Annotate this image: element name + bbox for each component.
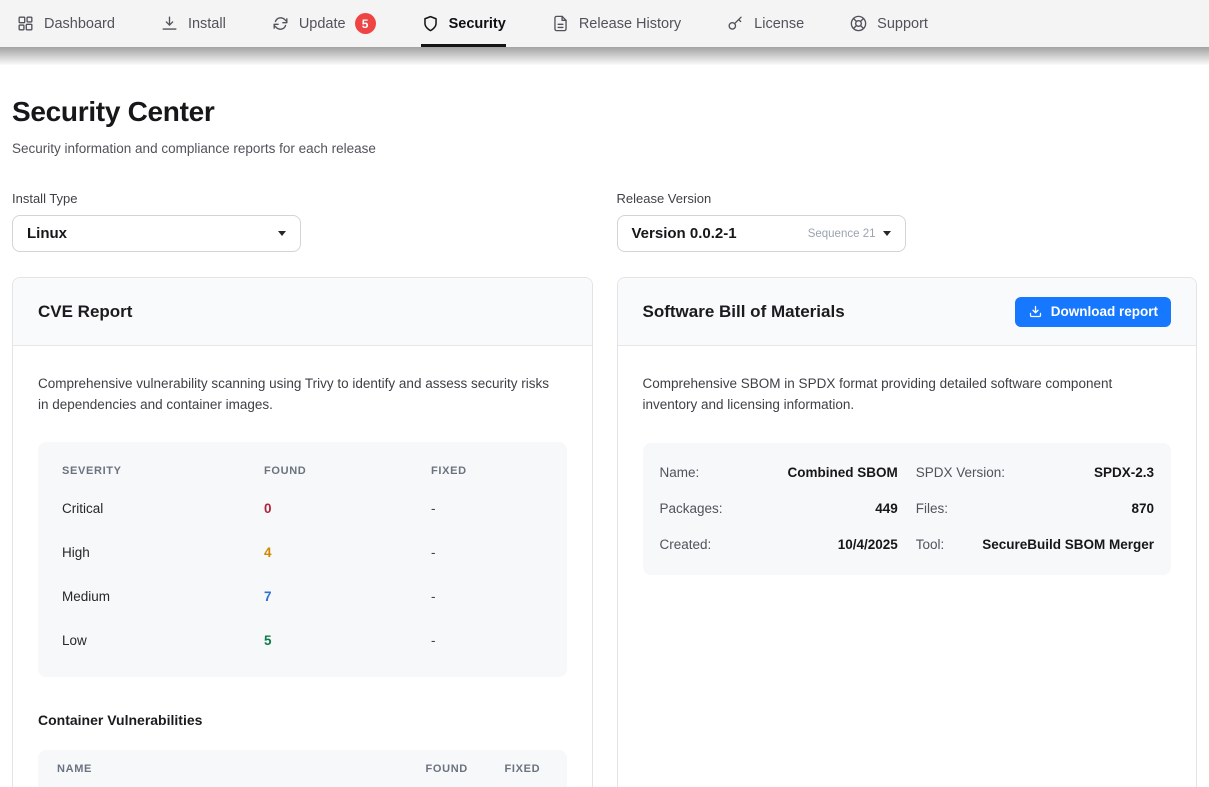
field-label: SPDX Version: xyxy=(916,465,1005,480)
filters-row: Install Type Linux Release Version Versi… xyxy=(12,191,1197,252)
lifebuoy-icon xyxy=(849,14,868,33)
field-value: SecureBuild SBOM Merger xyxy=(982,537,1154,552)
cve-report-description: Comprehensive vulnerability scanning usi… xyxy=(38,373,563,416)
sbom-field-spdx-version: SPDX Version: SPDX-2.3 xyxy=(916,455,1154,491)
dashboard-icon xyxy=(16,14,35,33)
col-name: NAME xyxy=(57,763,426,775)
sbom-header: Software Bill of Materials Download repo… xyxy=(618,278,1197,346)
col-severity: SEVERITY xyxy=(62,465,264,477)
release-version-select[interactable]: Version 0.0.2-1 Sequence 21 xyxy=(617,215,906,252)
app-window: Dashboard Install Update 5 Security xyxy=(0,0,1209,787)
found-count: 0 xyxy=(264,501,431,516)
severity-label: Critical xyxy=(62,501,264,516)
download-report-label: Download report xyxy=(1051,304,1158,319)
page-subtitle: Security information and compliance repo… xyxy=(12,141,1197,156)
col-fixed: FIXED xyxy=(431,465,543,477)
found-count: 5 xyxy=(264,633,431,648)
nav-item-dashboard[interactable]: Dashboard xyxy=(16,0,115,47)
table-row-critical: Critical 0 - xyxy=(62,487,543,531)
sbom-field-files: Files: 870 xyxy=(916,491,1154,527)
install-type-filter: Install Type Linux xyxy=(12,191,593,252)
found-count: 7 xyxy=(264,589,431,604)
sbom-info-grid: Name: Combined SBOM SPDX Version: SPDX-2… xyxy=(643,443,1172,575)
nav-label: License xyxy=(754,16,804,32)
field-label: Created: xyxy=(660,537,712,552)
field-label: Tool: xyxy=(916,537,945,552)
nav-label: Dashboard xyxy=(44,16,115,32)
cve-report-header: CVE Report xyxy=(13,278,592,346)
sbom-field-name: Name: Combined SBOM xyxy=(660,455,898,491)
table-row-low: Low 5 - xyxy=(62,619,543,663)
sbom-description: Comprehensive SBOM in SPDX format provid… xyxy=(643,373,1168,416)
cve-report-card: CVE Report Comprehensive vulnerability s… xyxy=(12,277,593,787)
nav-item-install[interactable]: Install xyxy=(160,0,226,47)
container-vulnerabilities-header: NAME FOUND FIXED xyxy=(38,750,567,787)
release-version-value: Version 0.0.2-1 xyxy=(632,225,737,242)
release-version-label: Release Version xyxy=(617,191,1198,206)
severity-label: Medium xyxy=(62,589,264,604)
field-label: Packages: xyxy=(660,501,723,516)
top-nav: Dashboard Install Update 5 Security xyxy=(0,0,1209,47)
nav-label: Install xyxy=(188,16,226,32)
sequence-badge: Sequence 21 xyxy=(808,228,876,240)
cve-report-title: CVE Report xyxy=(38,302,132,322)
field-label: Files: xyxy=(916,501,948,516)
key-icon xyxy=(726,14,745,33)
table-row-high: High 4 - xyxy=(62,531,543,575)
severity-label: High xyxy=(62,545,264,560)
found-count: 4 xyxy=(264,545,431,560)
nav-shadow-divider xyxy=(0,47,1209,65)
shield-icon xyxy=(421,14,440,33)
field-value: 449 xyxy=(875,501,898,516)
field-label: Name: xyxy=(660,465,700,480)
container-vulnerabilities-title: Container Vulnerabilities xyxy=(38,712,567,728)
table-row-medium: Medium 7 - xyxy=(62,575,543,619)
refresh-icon xyxy=(271,14,290,33)
fixed-count: - xyxy=(431,501,543,516)
field-value: 870 xyxy=(1131,501,1154,516)
security-center-page: Security Center Security information and… xyxy=(0,96,1209,787)
col-found: FOUND xyxy=(426,763,505,775)
field-value: 10/4/2025 xyxy=(838,537,898,552)
sbom-field-packages: Packages: 449 xyxy=(660,491,898,527)
download-report-button[interactable]: Download report xyxy=(1015,297,1171,327)
download-icon xyxy=(160,14,179,33)
page-title: Security Center xyxy=(12,96,1197,128)
nav-item-security[interactable]: Security xyxy=(421,0,506,47)
fixed-count: - xyxy=(431,589,543,604)
install-type-label: Install Type xyxy=(12,191,593,206)
sbom-field-created: Created: 10/4/2025 xyxy=(660,527,898,563)
nav-item-license[interactable]: License xyxy=(726,0,804,47)
nav-label: Release History xyxy=(579,16,681,32)
nav-label: Support xyxy=(877,16,928,32)
sbom-field-tool: Tool: SecureBuild SBOM Merger xyxy=(916,527,1154,563)
severity-table-header: SEVERITY FOUND FIXED xyxy=(62,455,543,487)
field-value: SPDX-2.3 xyxy=(1094,465,1154,480)
nav-label: Security xyxy=(449,16,506,32)
nav-label: Update xyxy=(299,16,346,32)
nav-item-update[interactable]: Update 5 xyxy=(271,0,376,47)
sbom-title: Software Bill of Materials xyxy=(643,302,845,322)
update-count-badge: 5 xyxy=(355,13,376,34)
nav-item-release-history[interactable]: Release History xyxy=(551,0,681,47)
release-version-filter: Release Version Version 0.0.2-1 Sequence… xyxy=(617,191,1198,252)
sbom-body: Comprehensive SBOM in SPDX format provid… xyxy=(618,346,1197,600)
nav-item-support[interactable]: Support xyxy=(849,0,928,47)
col-fixed: FIXED xyxy=(505,763,548,775)
severity-label: Low xyxy=(62,633,264,648)
fixed-count: - xyxy=(431,633,543,648)
sbom-card: Software Bill of Materials Download repo… xyxy=(617,277,1198,787)
chevron-down-icon xyxy=(883,231,891,236)
field-value: Combined SBOM xyxy=(788,465,898,480)
install-type-value: Linux xyxy=(27,225,67,242)
chevron-down-icon xyxy=(278,231,286,236)
col-found: FOUND xyxy=(264,465,431,477)
install-type-select[interactable]: Linux xyxy=(12,215,301,252)
report-cards: CVE Report Comprehensive vulnerability s… xyxy=(12,277,1197,787)
document-icon xyxy=(551,14,570,33)
download-icon xyxy=(1028,304,1043,319)
cve-report-body: Comprehensive vulnerability scanning usi… xyxy=(13,346,592,787)
severity-table: SEVERITY FOUND FIXED Critical 0 - High 4 xyxy=(38,442,567,677)
fixed-count: - xyxy=(431,545,543,560)
